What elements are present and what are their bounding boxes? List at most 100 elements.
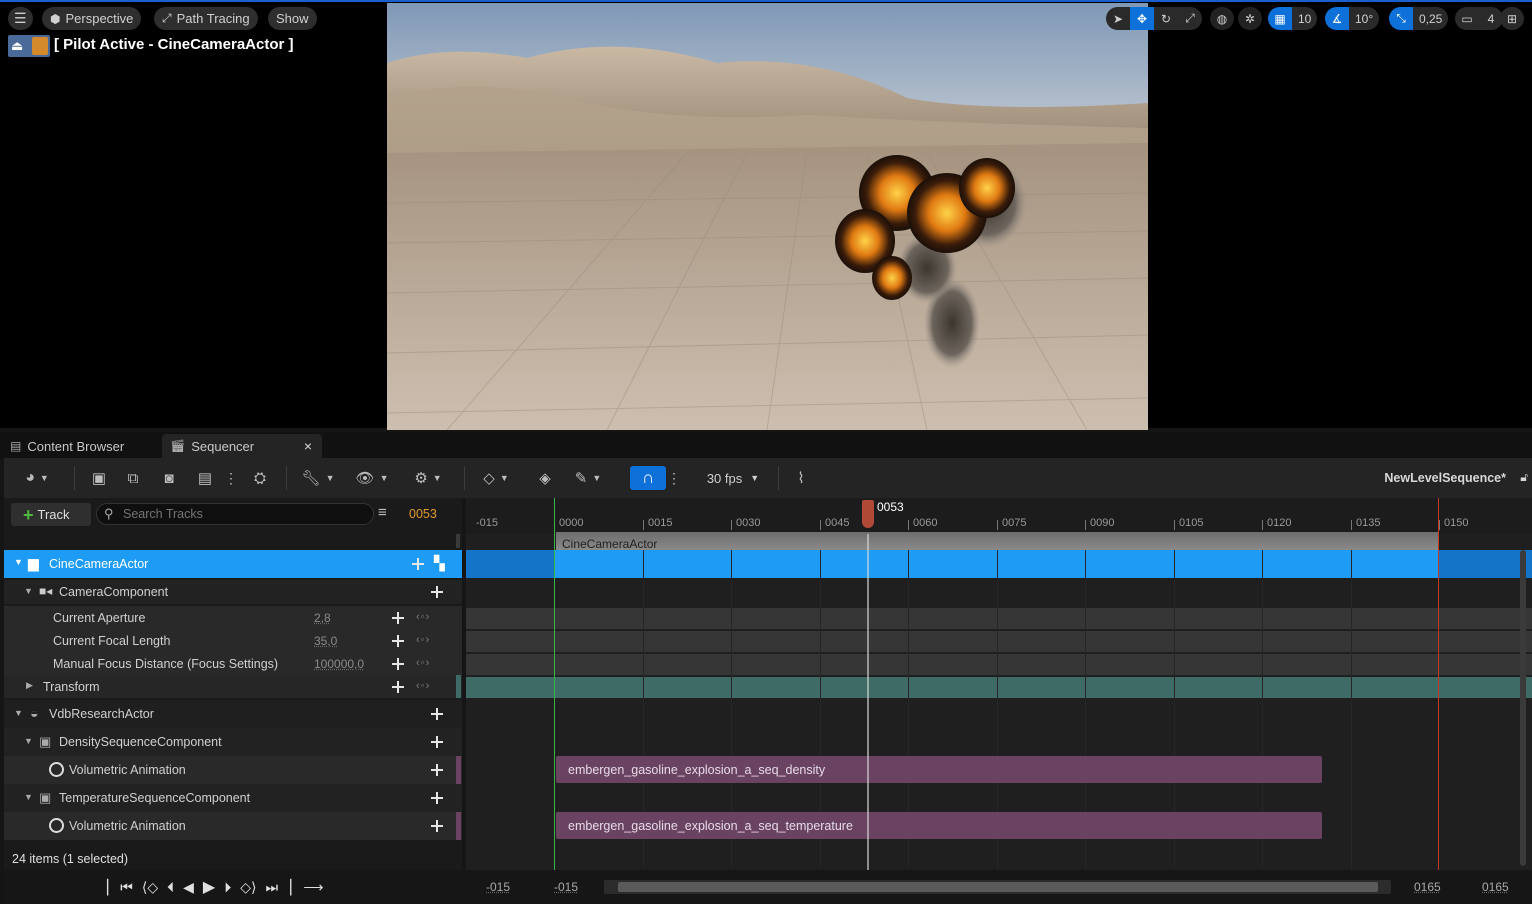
add-track-plus-icon[interactable] bbox=[430, 763, 444, 777]
add-key-plus-icon[interactable] bbox=[391, 634, 405, 648]
sequencer-timeline[interactable]: -015 0000 0015 0030 0045 0060 0075 0090 … bbox=[466, 498, 1532, 870]
lock-icon[interactable]: 🔓︎ bbox=[1520, 470, 1528, 485]
tab-sequencer[interactable]: 🎬︎ Sequencer × bbox=[162, 434, 322, 458]
key-navigation-icon[interactable]: ‹◦› bbox=[416, 611, 430, 623]
step-forward-key-icon[interactable]: ◇⟩ bbox=[240, 879, 256, 896]
track-row-volumetric-animation-1[interactable]: Volumetric Animation bbox=[4, 756, 462, 784]
track-row-volumetric-animation-2[interactable]: Volumetric Animation bbox=[4, 812, 462, 840]
search-tracks-input[interactable] bbox=[123, 506, 363, 522]
view-range-start[interactable]: -015 bbox=[486, 880, 510, 894]
track-row-focus-distance[interactable]: Manual Focus Distance (Focus Settings) 1… bbox=[4, 652, 462, 675]
key-navigation-icon[interactable]: ‹◦› bbox=[416, 657, 430, 669]
focus-distance-value[interactable]: 100000,0 bbox=[314, 657, 364, 671]
snap-options-button[interactable]: ⋮ bbox=[667, 466, 681, 490]
current-frame-field[interactable]: 0053 bbox=[409, 507, 437, 521]
step-forward-frame-icon[interactable]: ⏵︎ bbox=[224, 879, 231, 896]
view-options-dropdown[interactable]: 👁︎ ▼ bbox=[354, 466, 390, 490]
track-row-temperaturesequencecomponent[interactable]: ▼ ▣ TemperatureSequenceComponent bbox=[4, 784, 462, 812]
translate-tool-button[interactable]: ✥ bbox=[1130, 7, 1154, 30]
add-track-plus-icon[interactable] bbox=[430, 585, 444, 599]
render-movie-button[interactable]: ▤ bbox=[194, 466, 216, 490]
tools-dropdown[interactable]: 🔧︎ ▼ bbox=[300, 466, 336, 490]
track-row-focal-length[interactable]: Current Focal Length 35,0 ‹◦› bbox=[4, 629, 462, 652]
jump-to-start-icon[interactable]: ⎮ bbox=[104, 879, 111, 896]
playback-end-marker[interactable] bbox=[1438, 498, 1439, 870]
track-row-cinecameraactor[interactable]: ▼ ▆ CineCameraActor ▚ bbox=[4, 550, 462, 578]
show-button[interactable]: Show bbox=[268, 7, 317, 30]
perspective-button[interactable]: ⬢ Perspective bbox=[42, 7, 142, 30]
camera-speed-control[interactable]: ▭ 4 bbox=[1455, 7, 1503, 30]
density-section[interactable]: embergen_gasoline_explosion_a_seq_densit… bbox=[556, 756, 1322, 783]
playback-start-marker[interactable] bbox=[554, 498, 555, 870]
add-track-plus-icon[interactable] bbox=[430, 819, 444, 833]
time-ruler[interactable]: -015 0000 0015 0030 0045 0060 0075 0090 … bbox=[466, 498, 1532, 534]
track-row-transform[interactable]: ▶ Transform ‹◦› bbox=[4, 675, 462, 698]
viewport-menu-button[interactable]: ☰ bbox=[8, 7, 33, 30]
track-row-vdbresearchactor[interactable]: ▼ ◒ VdbResearchActor bbox=[4, 700, 462, 728]
step-back-frame-icon[interactable]: ⏴︎ bbox=[167, 879, 174, 896]
rotate-tool-button[interactable]: ↻ bbox=[1154, 7, 1178, 30]
track-label-vdbresearchactor: VdbResearchActor bbox=[49, 707, 154, 721]
timeline-horizontal-scrollbar[interactable] bbox=[604, 880, 1391, 894]
actions-button[interactable]: ⛭ bbox=[248, 466, 272, 490]
add-track-plus-icon[interactable] bbox=[430, 707, 444, 721]
add-key-plus-icon[interactable] bbox=[391, 680, 405, 694]
create-camera-button[interactable]: ◙ bbox=[158, 466, 180, 490]
key-navigation-icon[interactable]: ‹◦› bbox=[416, 634, 430, 646]
snap-toggle-button[interactable]: ∩ bbox=[630, 466, 666, 490]
playhead-handle[interactable] bbox=[862, 500, 874, 528]
track-row-aperture[interactable]: Current Aperture 2,8 ‹◦› bbox=[4, 606, 462, 629]
previous-key-icon[interactable]: ⏮︎ bbox=[120, 879, 133, 896]
fps-dropdown[interactable]: 30 fps ▼ bbox=[702, 466, 764, 490]
level-viewport[interactable]: ☰ ⬢ Perspective ⤢ Path Tracing Show ⏏ [ … bbox=[0, 0, 1532, 430]
scrollbar-thumb[interactable] bbox=[618, 882, 1378, 892]
scale-snap-control[interactable]: ⤡ 0,25 bbox=[1389, 7, 1449, 30]
pilot-eject-button[interactable]: ⏏ bbox=[8, 35, 50, 57]
next-key-icon[interactable]: ⏭︎ bbox=[265, 879, 278, 896]
view-range-end[interactable]: 0165 bbox=[1482, 880, 1509, 894]
play-reverse-icon[interactable]: ◀ bbox=[183, 879, 194, 896]
key-interpolation-dropdown[interactable]: ◇ ▼ bbox=[478, 466, 514, 490]
camera-cut-section[interactable]: CineCameraActor bbox=[556, 532, 1438, 550]
path-tracing-button[interactable]: ⤢ Path Tracing bbox=[154, 7, 258, 30]
rotation-snap-control[interactable]: ∡ 10° bbox=[1325, 7, 1380, 30]
timeline-vertical-scrollbar[interactable] bbox=[1520, 550, 1526, 866]
curve-editor-button[interactable]: ⌇ bbox=[790, 466, 812, 490]
tab-close-button[interactable]: × bbox=[304, 438, 312, 454]
scale-tool-button[interactable]: ⤢ bbox=[1178, 7, 1202, 30]
viewport-layout-button[interactable]: ⊞ bbox=[1500, 7, 1524, 30]
filter-icon[interactable]: ≡ bbox=[378, 504, 387, 521]
loop-icon[interactable]: ⟶ bbox=[303, 879, 323, 896]
aperture-value[interactable]: 2,8 bbox=[314, 611, 331, 625]
surface-snap-toggle[interactable]: ✲ bbox=[1238, 7, 1262, 30]
focal-length-value[interactable]: 35,0 bbox=[314, 634, 337, 648]
jump-to-end-icon[interactable]: ⎮ bbox=[287, 879, 294, 896]
grid-snap-control[interactable]: ▦ 10 bbox=[1268, 7, 1318, 30]
add-track-plus-icon[interactable] bbox=[411, 557, 425, 571]
pencil-icon: ✎ bbox=[574, 470, 588, 487]
world-dropdown[interactable]: ◕ ▼ bbox=[18, 466, 56, 490]
add-key-plus-icon[interactable] bbox=[391, 657, 405, 671]
play-icon[interactable]: ▶ bbox=[203, 877, 215, 897]
add-key-plus-icon[interactable] bbox=[391, 611, 405, 625]
save-button[interactable]: ▣ bbox=[88, 466, 110, 490]
tab-content-browser[interactable]: ▤ Content Browser bbox=[2, 434, 158, 458]
find-in-browser-button[interactable]: ⧉ bbox=[122, 466, 144, 490]
add-track-plus-icon[interactable] bbox=[430, 791, 444, 805]
working-range-end[interactable]: 0165 bbox=[1414, 880, 1441, 894]
working-range-start[interactable]: -015 bbox=[554, 880, 578, 894]
auto-key-button[interactable]: ◈ bbox=[534, 466, 556, 490]
track-row-cameracomponent[interactable]: ▼ ■◂ CameraComponent bbox=[4, 580, 462, 604]
select-tool-button[interactable]: ➤ bbox=[1106, 7, 1130, 30]
edit-mode-dropdown[interactable]: ✎ ▼ bbox=[568, 466, 608, 490]
track-row-densitysequencecomponent[interactable]: ▼ ▣ DensitySequenceComponent bbox=[4, 728, 462, 756]
camera-cut-icon[interactable]: ▚ bbox=[434, 555, 445, 572]
step-back-key-icon[interactable]: ⟨◇ bbox=[142, 879, 158, 896]
more-options-button[interactable]: ⋮ bbox=[224, 466, 238, 490]
world-local-toggle[interactable]: ◍ bbox=[1210, 7, 1234, 30]
key-navigation-icon[interactable]: ‹◦› bbox=[416, 680, 430, 692]
playback-options-dropdown[interactable]: ⚙ ▼ bbox=[410, 466, 446, 490]
temperature-section[interactable]: embergen_gasoline_explosion_a_seq_temper… bbox=[556, 812, 1322, 839]
add-track-button[interactable]: + Track bbox=[11, 503, 91, 526]
add-track-plus-icon[interactable] bbox=[430, 735, 444, 749]
